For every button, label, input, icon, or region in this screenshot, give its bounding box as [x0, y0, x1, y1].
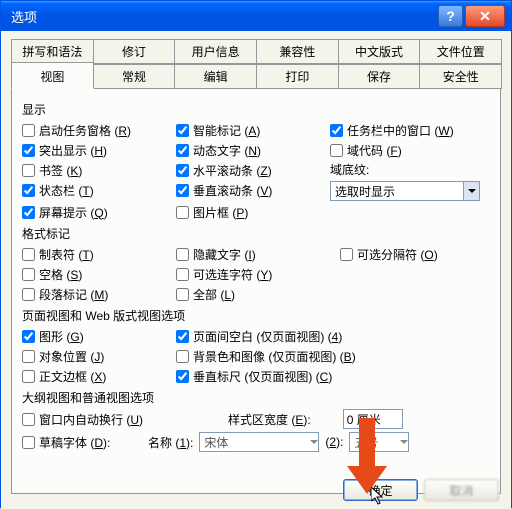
tab-row-1: 拼写和语法 修订 用户信息 兼容性 中文版式 文件位置 [11, 39, 501, 64]
close-button[interactable]: ✕ [465, 5, 505, 27]
cursor-icon [371, 487, 387, 507]
tab-view[interactable]: 视图 [11, 62, 94, 89]
tab-filelocations[interactable]: 文件位置 [419, 39, 502, 64]
tab-userinfo[interactable]: 用户信息 [174, 39, 257, 64]
font-size-label: (2): [325, 435, 343, 449]
field-shading-combo[interactable]: 选取时显示 [330, 181, 480, 201]
chk-wrap-window[interactable]: 窗口内自动换行 (U) [22, 410, 222, 428]
chk-background[interactable]: 背景色和图像 (仅页面视图) (B) [176, 347, 496, 365]
dialog-buttons: 确定 取消 [343, 479, 499, 501]
chk-tabs[interactable]: 制表符 (T) [22, 245, 172, 263]
tab-save[interactable]: 保存 [338, 64, 421, 89]
chk-text-boundaries[interactable]: 正文边框 (X) [22, 367, 172, 385]
tab-spell[interactable]: 拼写和语法 [11, 39, 94, 64]
chk-drawings[interactable]: 图形 (G) [22, 327, 172, 345]
chk-optional-hyphens[interactable]: 可选连字符 (Y) [176, 265, 336, 283]
tab-edit[interactable]: 编辑 [174, 64, 257, 89]
chk-optional-breaks[interactable]: 可选分隔符 (O) [340, 245, 500, 263]
outline-heading: 大纲视图和普通视图选项 [22, 389, 490, 406]
window-title: 选项 [7, 7, 436, 26]
chk-highlight[interactable]: 突出显示 (H) [22, 141, 172, 159]
help-button[interactable]: ? [438, 5, 463, 27]
marks-heading: 格式标记 [22, 225, 490, 242]
chk-paragraph-marks[interactable]: 段落标记 (M) [22, 285, 172, 303]
style-width-label: 样式区宽度 (E): [228, 411, 311, 428]
chk-windows-taskbar[interactable]: 任务栏中的窗口 (W) [330, 121, 500, 139]
chevron-down-icon [400, 435, 408, 449]
outline-row1: 窗口内自动换行 (U) 样式区宽度 (E): 0 厘米 [22, 409, 490, 429]
chk-statusbar[interactable]: 状态栏 (T) [22, 181, 172, 199]
font-name-combo[interactable]: 宋体 [199, 432, 319, 452]
pageweb-grid: 图形 (G) 页面间空白 (仅页面视图) (4) 对象位置 (J) 背景色和图像… [22, 327, 490, 385]
display-grid: 启动任务窗格 (R) 智能标记 (A) 任务栏中的窗口 (W) 突出显示 (H)… [22, 121, 490, 221]
view-panel: 显示 启动任务窗格 (R) 智能标记 (A) 任务栏中的窗口 (W) 突出显示 … [11, 88, 501, 494]
chk-whitespace[interactable]: 页面间空白 (仅页面视图) (4) [176, 327, 496, 345]
titlebar[interactable]: 选项 ? ✕ [1, 1, 511, 31]
chevron-down-icon [310, 435, 318, 449]
chk-screentips[interactable]: 屏幕提示 (Q) [22, 203, 172, 221]
chk-draft-font[interactable]: 草稿字体 (D): [22, 433, 142, 451]
chk-startup-taskpane[interactable]: 启动任务窗格 (R) [22, 121, 172, 139]
pageweb-heading: 页面视图和 Web 版式视图选项 [22, 307, 490, 324]
options-dialog: 选项 ? ✕ 拼写和语法 修订 用户信息 兼容性 中文版式 文件位置 视图 常规… [0, 0, 512, 508]
tab-compat[interactable]: 兼容性 [256, 39, 339, 64]
cancel-button[interactable]: 取消 [424, 479, 499, 501]
tab-general[interactable]: 常规 [93, 64, 176, 89]
dialog-body: 拼写和语法 修订 用户信息 兼容性 中文版式 文件位置 视图 常规 编辑 打印 … [1, 31, 511, 509]
style-width-input[interactable]: 0 厘米 [343, 409, 403, 429]
chk-picture-placeholders[interactable]: 图片框 (P) [176, 203, 326, 221]
marks-grid: 制表符 (T) 隐藏文字 (I) 可选分隔符 (O) 空格 (S) 可选连字符 … [22, 245, 490, 303]
chk-animated-text[interactable]: 动态文字 (N) [176, 141, 326, 159]
field-shading-label: 域底纹: [330, 161, 500, 179]
outline-row2: 草稿字体 (D): 名称 (1): 宋体 (2): 五号 [22, 432, 490, 452]
tab-chinese[interactable]: 中文版式 [338, 39, 421, 64]
tab-print[interactable]: 打印 [256, 64, 339, 89]
chk-hidden-text[interactable]: 隐藏文字 (I) [176, 245, 336, 263]
chk-vertical-ruler[interactable]: 垂直标尺 (仅页面视图) (C) [176, 367, 496, 385]
chk-spaces[interactable]: 空格 (S) [22, 265, 172, 283]
font-name-label: 名称 (1): [148, 434, 193, 451]
chk-horizontal-scroll[interactable]: 水平滚动条 (Z) [176, 161, 326, 179]
chk-vertical-scroll[interactable]: 垂直滚动条 (V) [176, 181, 326, 199]
tab-row-2: 视图 常规 编辑 打印 保存 安全性 [11, 64, 501, 89]
chk-object-anchors[interactable]: 对象位置 (J) [22, 347, 172, 365]
font-size-combo[interactable]: 五号 [349, 432, 409, 452]
display-heading: 显示 [22, 101, 490, 118]
chk-field-codes[interactable]: 域代码 (F) [330, 141, 500, 159]
chevron-down-icon [463, 182, 479, 200]
chk-all[interactable]: 全部 (L) [176, 285, 336, 303]
tab-revisions[interactable]: 修订 [93, 39, 176, 64]
chk-smart-tags[interactable]: 智能标记 (A) [176, 121, 326, 139]
tab-security[interactable]: 安全性 [419, 64, 502, 89]
chk-bookmarks[interactable]: 书签 (K) [22, 161, 172, 179]
